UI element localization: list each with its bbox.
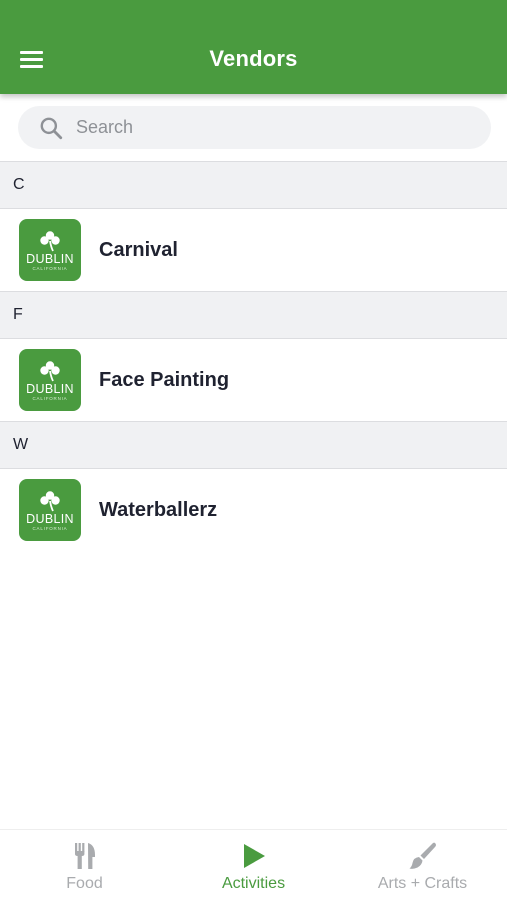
section-header-f: F	[0, 291, 507, 339]
tab-label: Food	[66, 875, 103, 892]
shamrock-icon	[40, 361, 60, 382]
vendor-list: C DUBLIN CALIFORNIA Carnival F DUBLIN CA…	[0, 161, 507, 551]
vendor-row-carnival[interactable]: DUBLIN CALIFORNIA Carnival	[0, 209, 507, 291]
tab-activities[interactable]: Activities	[169, 830, 338, 900]
fork-knife-icon	[74, 843, 95, 869]
app-header: Vendors	[0, 0, 507, 94]
logo-text: DUBLIN	[26, 252, 74, 266]
bottom-tab-bar: Food Activities Arts + Crafts	[0, 829, 507, 900]
tab-food[interactable]: Food	[0, 830, 169, 900]
tab-label: Activities	[221, 875, 286, 892]
dublin-logo: DUBLIN CALIFORNIA	[19, 219, 81, 281]
vendor-name: Waterballerz	[99, 498, 218, 521]
vendors-screen: Vendors C DUBLIN CALIFORNIA	[0, 0, 507, 900]
logo-text: DUBLIN	[26, 382, 74, 396]
page-title: Vendors	[209, 46, 298, 71]
tab-arts-crafts[interactable]: Arts + Crafts	[338, 830, 507, 900]
tab-label: Arts + Crafts	[377, 875, 468, 892]
search-box[interactable]	[18, 106, 491, 149]
logo-text: DUBLIN	[26, 512, 74, 526]
logo-subtext: CALIFORNIA	[32, 396, 68, 401]
logo-subtext: CALIFORNIA	[32, 526, 68, 531]
shamrock-icon	[40, 491, 60, 512]
search-bar	[18, 106, 491, 149]
section-header-w: W	[0, 421, 507, 469]
vendor-row-waterballerz[interactable]: DUBLIN CALIFORNIA Waterballerz	[0, 469, 507, 551]
vendor-row-face-painting[interactable]: DUBLIN CALIFORNIA Face Painting	[0, 339, 507, 421]
dublin-logo: DUBLIN CALIFORNIA	[19, 479, 81, 541]
logo-subtext: CALIFORNIA	[32, 266, 68, 271]
search-input[interactable]	[76, 117, 436, 138]
search-icon	[40, 117, 63, 139]
dublin-logo: DUBLIN CALIFORNIA	[19, 349, 81, 411]
play-icon	[243, 844, 265, 868]
paintbrush-icon	[409, 842, 436, 869]
vendor-name: Face Painting	[99, 368, 230, 391]
shamrock-icon	[40, 231, 60, 252]
section-header-c: C	[0, 161, 507, 209]
vendor-name: Carnival	[99, 238, 178, 261]
